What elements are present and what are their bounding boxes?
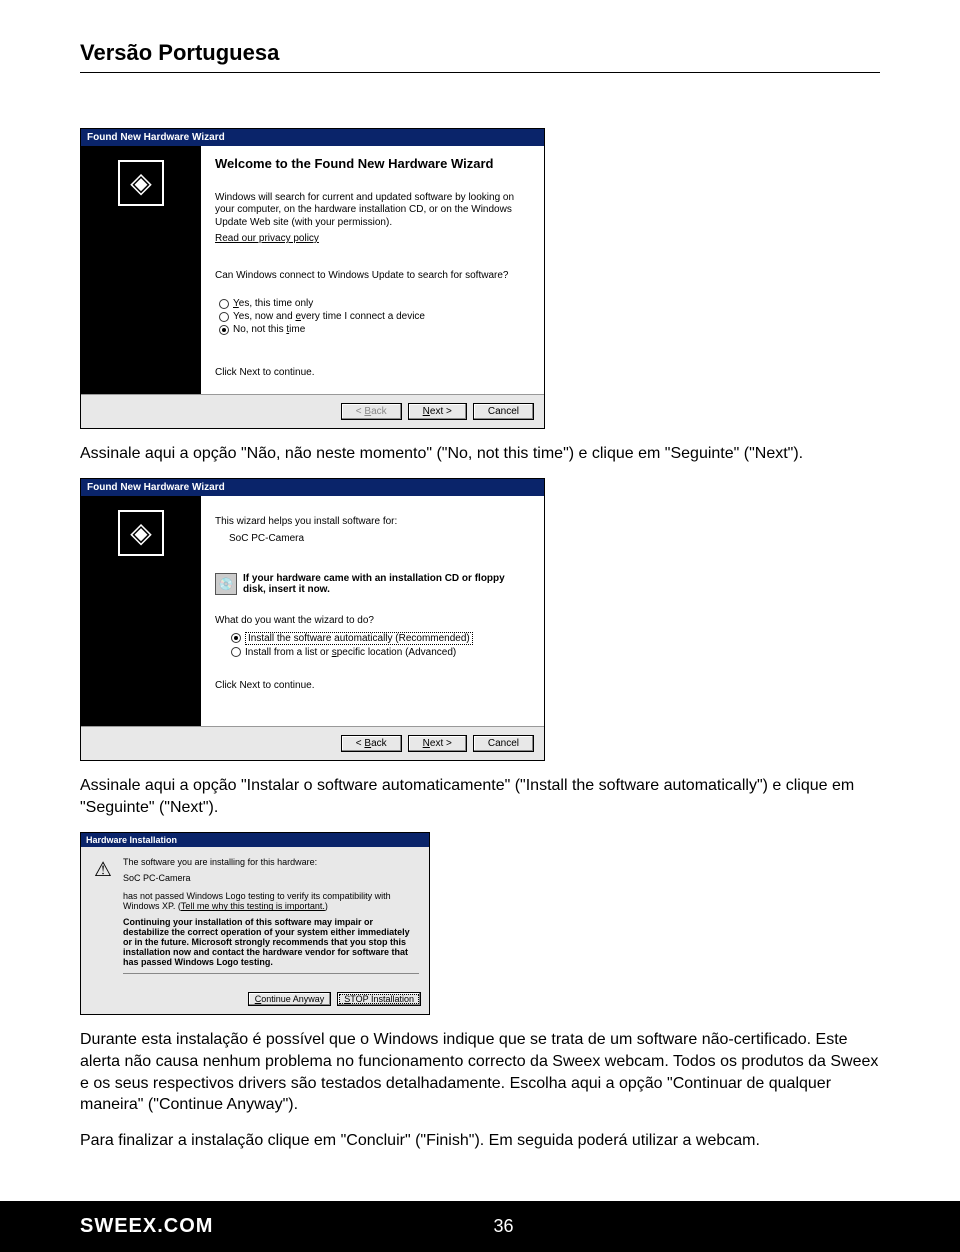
warn-compat: has not passed Windows Logo testing to v… [123,891,419,911]
radio-icon [219,312,229,322]
next-button[interactable]: Next > [408,403,467,420]
radio-icon [219,325,229,335]
page-footer: SWEEX.COM 36 [0,1201,960,1252]
radio-icon [231,647,241,657]
wizard1-intro: Windows will search for current and upda… [215,192,530,230]
page-header-title: Versão Portuguesa [80,40,880,66]
radio-label: Yes, now and every time I connect a devi… [233,311,425,322]
wizard2-click-next: Click Next to continue. [215,680,530,693]
cd-icon: 💿 [215,573,237,595]
radio-icon [231,633,241,643]
wizard1-dialog: Found New Hardware Wizard ◈ Welcome to t… [80,128,545,429]
warn-divider [123,973,419,974]
header-rule [80,72,880,73]
wizard2-sidebar: ◈ [81,496,201,726]
device-icon: ◈ [118,510,164,556]
wizard2-device: SoC PC-Camera [229,533,530,546]
continue-anyway-button[interactable]: Continue Anyway [248,992,332,1006]
wizard1-titlebar: Found New Hardware Wizard [81,129,544,146]
back-button: < Back [341,403,402,420]
wizard2-radio-auto[interactable]: Install the software automatically (Reco… [231,632,530,645]
wizard1-radio-yes-always[interactable]: Yes, now and every time I connect a devi… [219,311,530,322]
wizard2-titlebar: Found New Hardware Wizard [81,479,544,496]
instruction-4: Para finalizar a instalação clique em "C… [80,1130,880,1152]
radio-icon [219,299,229,309]
radio-label: Install from a list or specific location… [245,647,456,658]
instruction-1: Assinale aqui a opção "Não, não neste mo… [80,443,880,465]
warning-icon: ⚠ [91,857,115,881]
wizard1-radio-yes-once[interactable]: Yes, this time only [219,298,530,309]
cd-prompt: 💿 If your hardware came with an installa… [215,573,530,595]
cancel-button[interactable]: Cancel [473,735,534,752]
wizard1-radio-no[interactable]: No, not this time [219,324,530,335]
wizard2-helps: This wizard helps you install software f… [215,516,530,529]
wizard1-sidebar: ◈ [81,146,201,394]
radio-label: No, not this time [233,324,305,335]
wizard2-radio-list[interactable]: Install from a list or specific location… [231,647,530,658]
wizard2-question: What do you want the wizard to do? [215,615,530,628]
footer-brand: SWEEX.COM [80,1215,213,1238]
stop-installation-button[interactable]: STOP Installation [337,992,421,1006]
cancel-button[interactable]: Cancel [473,403,534,420]
radio-label: Install the software automatically (Reco… [245,632,473,645]
privacy-link[interactable]: Read our privacy policy [215,233,530,246]
wizard2-dialog: Found New Hardware Wizard ◈ This wizard … [80,478,545,761]
footer-page-number: 36 [493,1216,513,1237]
warn-bold: Continuing your installation of this sof… [123,917,419,967]
cd-prompt-text: If your hardware came with an installati… [243,573,530,595]
radio-label: Yes, this time only [233,298,313,309]
instruction-2: Assinale aqui a opção "Instalar o softwa… [80,775,880,818]
wizard1-heading: Welcome to the Found New Hardware Wizard [215,156,530,172]
instruction-3: Durante esta instalação é possível que o… [80,1029,880,1115]
wizard1-question: Can Windows connect to Windows Update to… [215,270,530,283]
warning-titlebar: Hardware Installation [81,833,429,847]
tell-me-why-link[interactable]: Tell me why this testing is important. [181,901,325,911]
next-button[interactable]: Next > [408,735,467,752]
back-button[interactable]: < Back [341,735,402,752]
device-icon: ◈ [118,160,164,206]
warning-dialog: Hardware Installation ⚠ The software you… [80,832,430,1015]
warn-line1: The software you are installing for this… [123,857,419,867]
warn-device: SoC PC-Camera [123,873,419,883]
wizard1-click-next: Click Next to continue. [215,367,530,380]
